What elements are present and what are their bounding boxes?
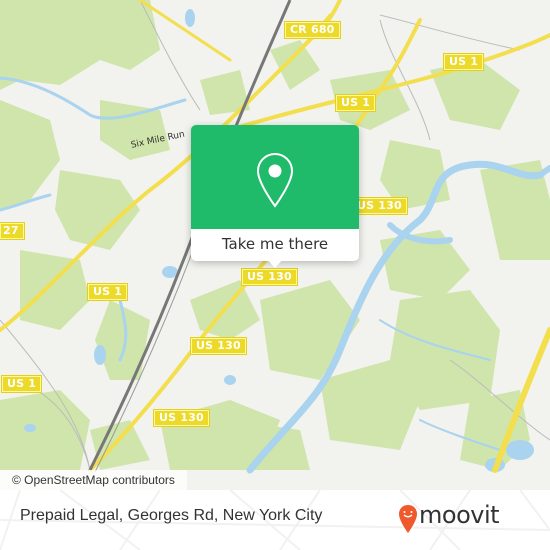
map-attribution[interactable]: © OpenStreetMap contributors <box>0 470 187 490</box>
footer-card: Prepaid Legal, Georges Rd, New York City… <box>0 490 550 550</box>
location-popup: Take me there <box>191 125 359 268</box>
road-label-cr680: CR 680 <box>284 21 341 39</box>
road-label-us130-far-south: US 130 <box>153 409 210 427</box>
place-title: Prepaid Legal, Georges Rd, New York City <box>20 507 323 524</box>
road-label-us130-south: US 130 <box>190 337 247 355</box>
moovit-pin-icon <box>399 505 417 533</box>
map-pin-icon <box>256 152 294 208</box>
map-view[interactable]: CR 680 US 1 US 1 US 130 27 US 1 US 130 U… <box>0 0 550 490</box>
popup-pointer <box>267 259 283 268</box>
road-label-us1-north-east: US 1 <box>442 53 485 71</box>
take-me-there-button[interactable]: Take me there <box>191 229 359 261</box>
road-label-us130-east: US 130 <box>351 197 408 215</box>
popup-header <box>191 125 359 229</box>
road-label-us130-center: US 130 <box>241 268 298 286</box>
road-label-rt27: 27 <box>0 222 25 240</box>
road-label-us1-south-west: US 1 <box>0 375 43 393</box>
road-label-us1-north: US 1 <box>334 94 377 112</box>
road-label-us1-west: US 1 <box>86 283 129 301</box>
moovit-logo-text: moovit <box>419 501 500 529</box>
